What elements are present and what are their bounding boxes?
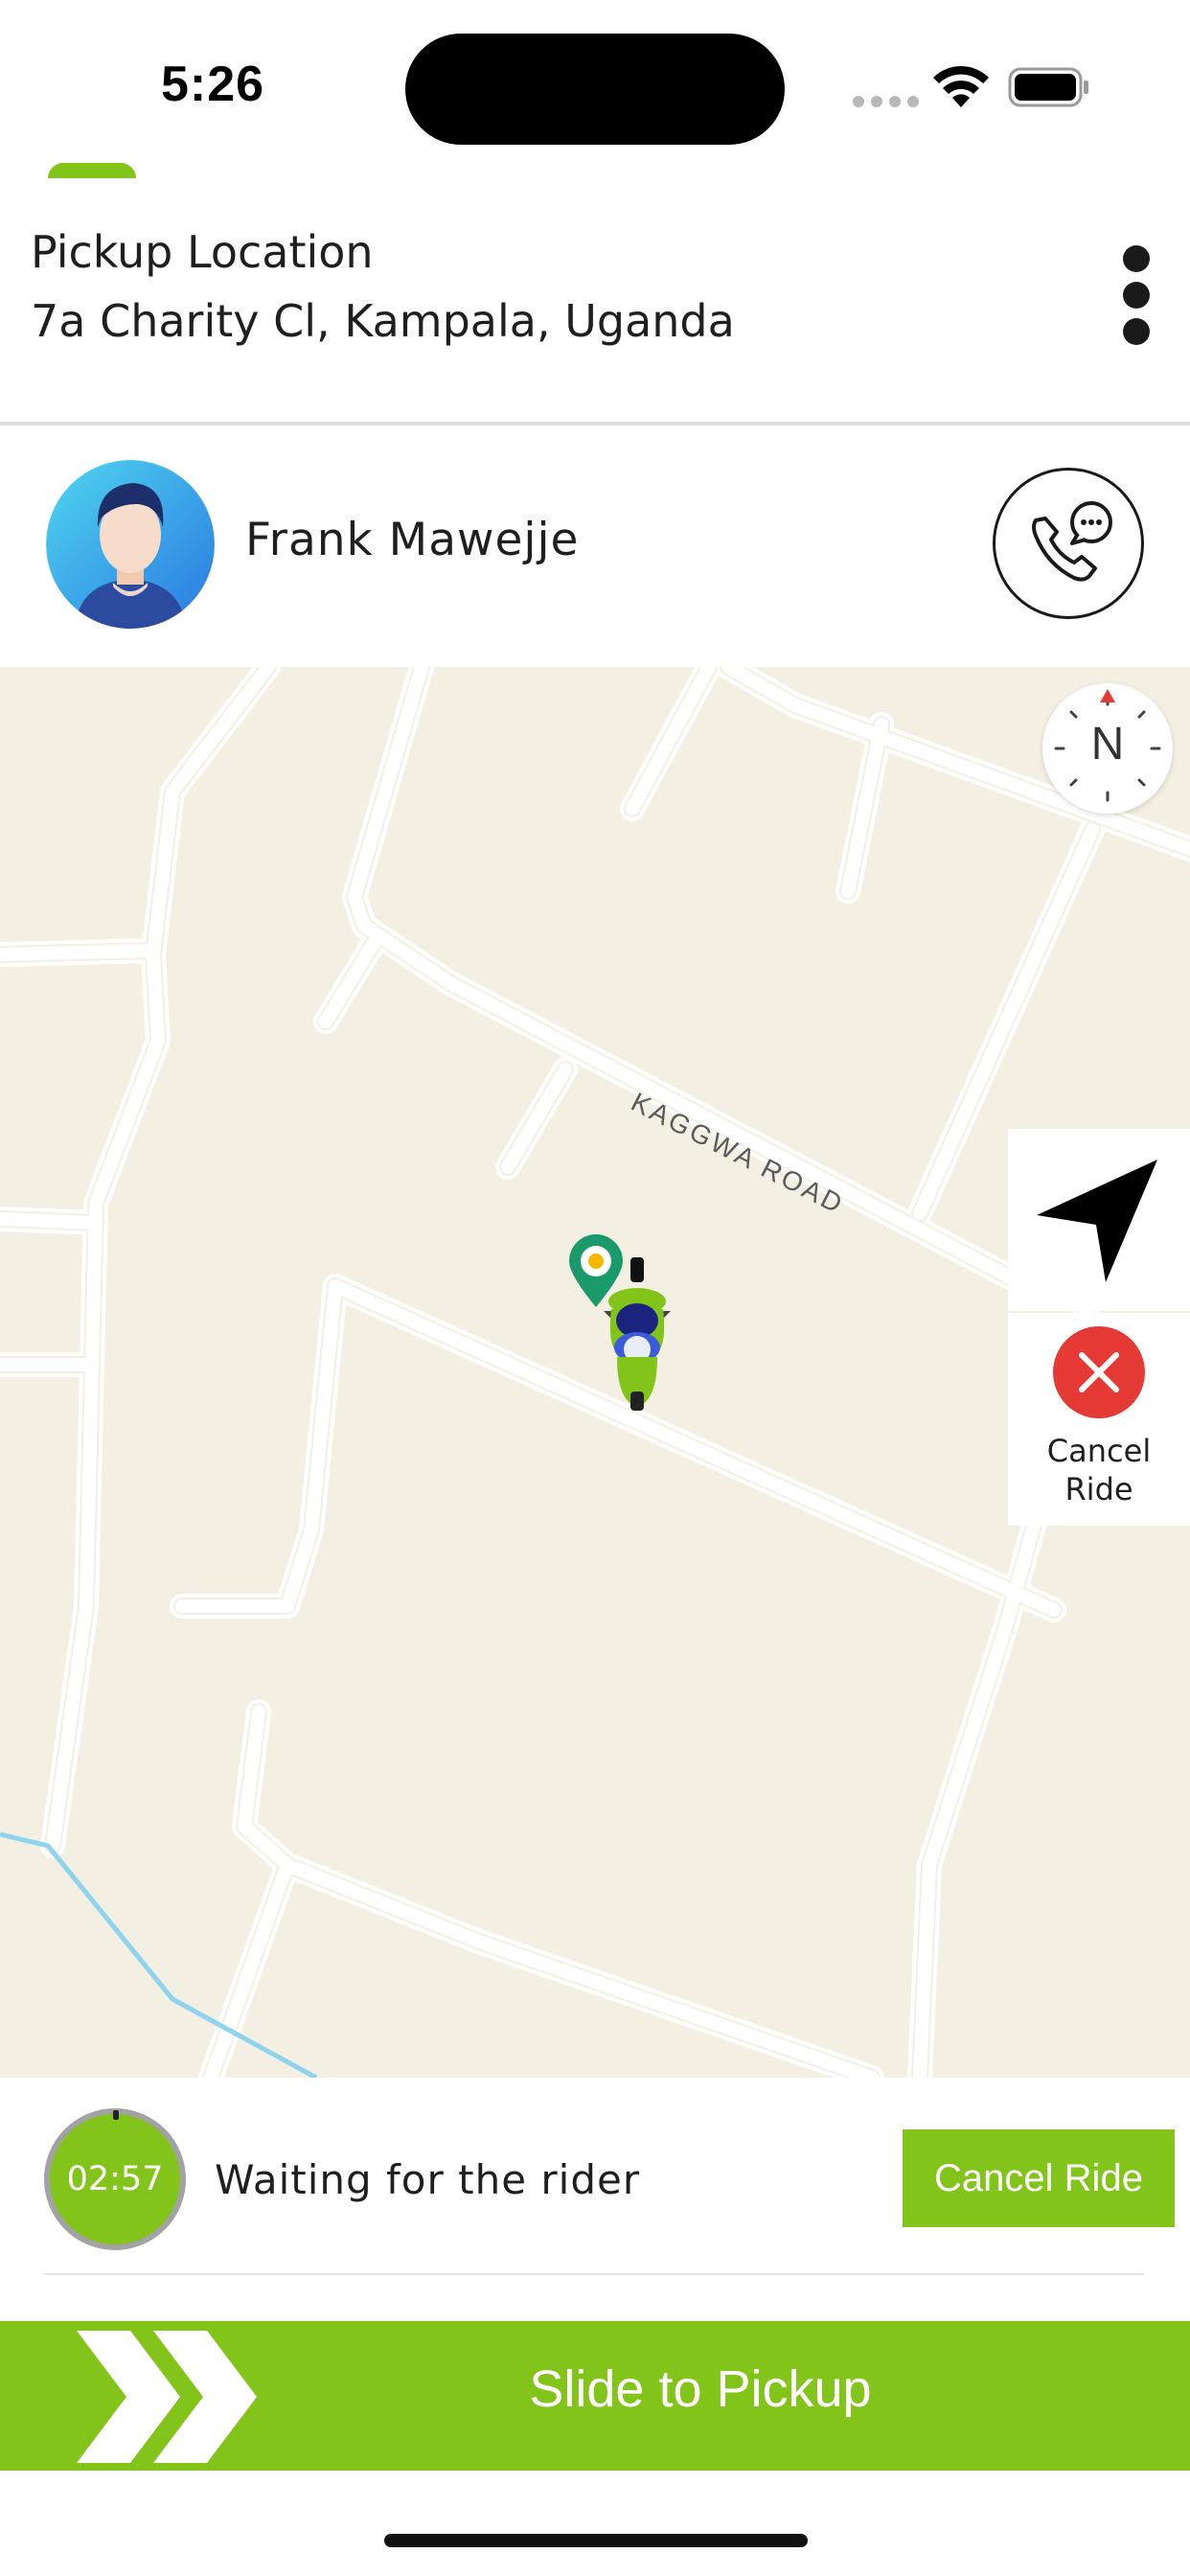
navigation-arrow-icon [1037,1160,1157,1282]
pickup-address: 7a Charity Cl, Kampala, Uganda [31,295,735,347]
cancel-ride-button[interactable]: Cancel Ride [903,2129,1175,2227]
status-bar: 5:26 [0,0,1190,172]
slide-to-pickup[interactable]: Slide to Pickup [0,2321,1190,2471]
dynamic-island [405,34,785,145]
countdown-timer: 02:57 [44,2108,186,2250]
phone-chat-icon [1032,501,1112,582]
waiting-message: Waiting for the rider [215,2156,641,2203]
status-time: 5:26 [161,57,265,112]
compass-icon[interactable]: N [1042,683,1173,814]
battery-icon [1008,67,1088,107]
slide-label: Slide to Pickup [529,2360,872,2418]
call-chat-button[interactable] [993,468,1144,619]
rider-name: Frank Mawejje [245,514,580,566]
close-circle-icon [1053,1326,1145,1418]
motorbike-icon [604,1257,671,1411]
recenter-button[interactable] [1008,1129,1190,1311]
avatar [46,460,215,629]
more-vertical-icon[interactable] [1117,245,1156,351]
wifi-icon [933,65,989,107]
timer-tick [113,2110,119,2120]
compass-north-label: N [1090,719,1125,770]
waiting-status-row: 02:57 Waiting for the rider Cancel Ride [0,2078,1190,2275]
pickup-title: Pickup Location [31,226,374,278]
cancel-ride-side-label: Cancel Ride [1046,1433,1152,1507]
cancel-ride-side-button[interactable]: Cancel Ride [1008,1313,1190,1526]
divider [44,2273,1144,2275]
home-indicator[interactable] [384,2534,808,2547]
map-view[interactable]: KAGGWA ROAD N Cancel Ride [0,667,1190,2078]
cellular-signal-icon [853,96,919,107]
timer-value: 02:57 [66,2160,164,2198]
green-indicator [48,163,136,178]
rider-info-row: Frank Mawejje [0,429,1190,667]
pickup-location-header: Pickup Location 7a Charity Cl, Kampala, … [0,178,1190,426]
